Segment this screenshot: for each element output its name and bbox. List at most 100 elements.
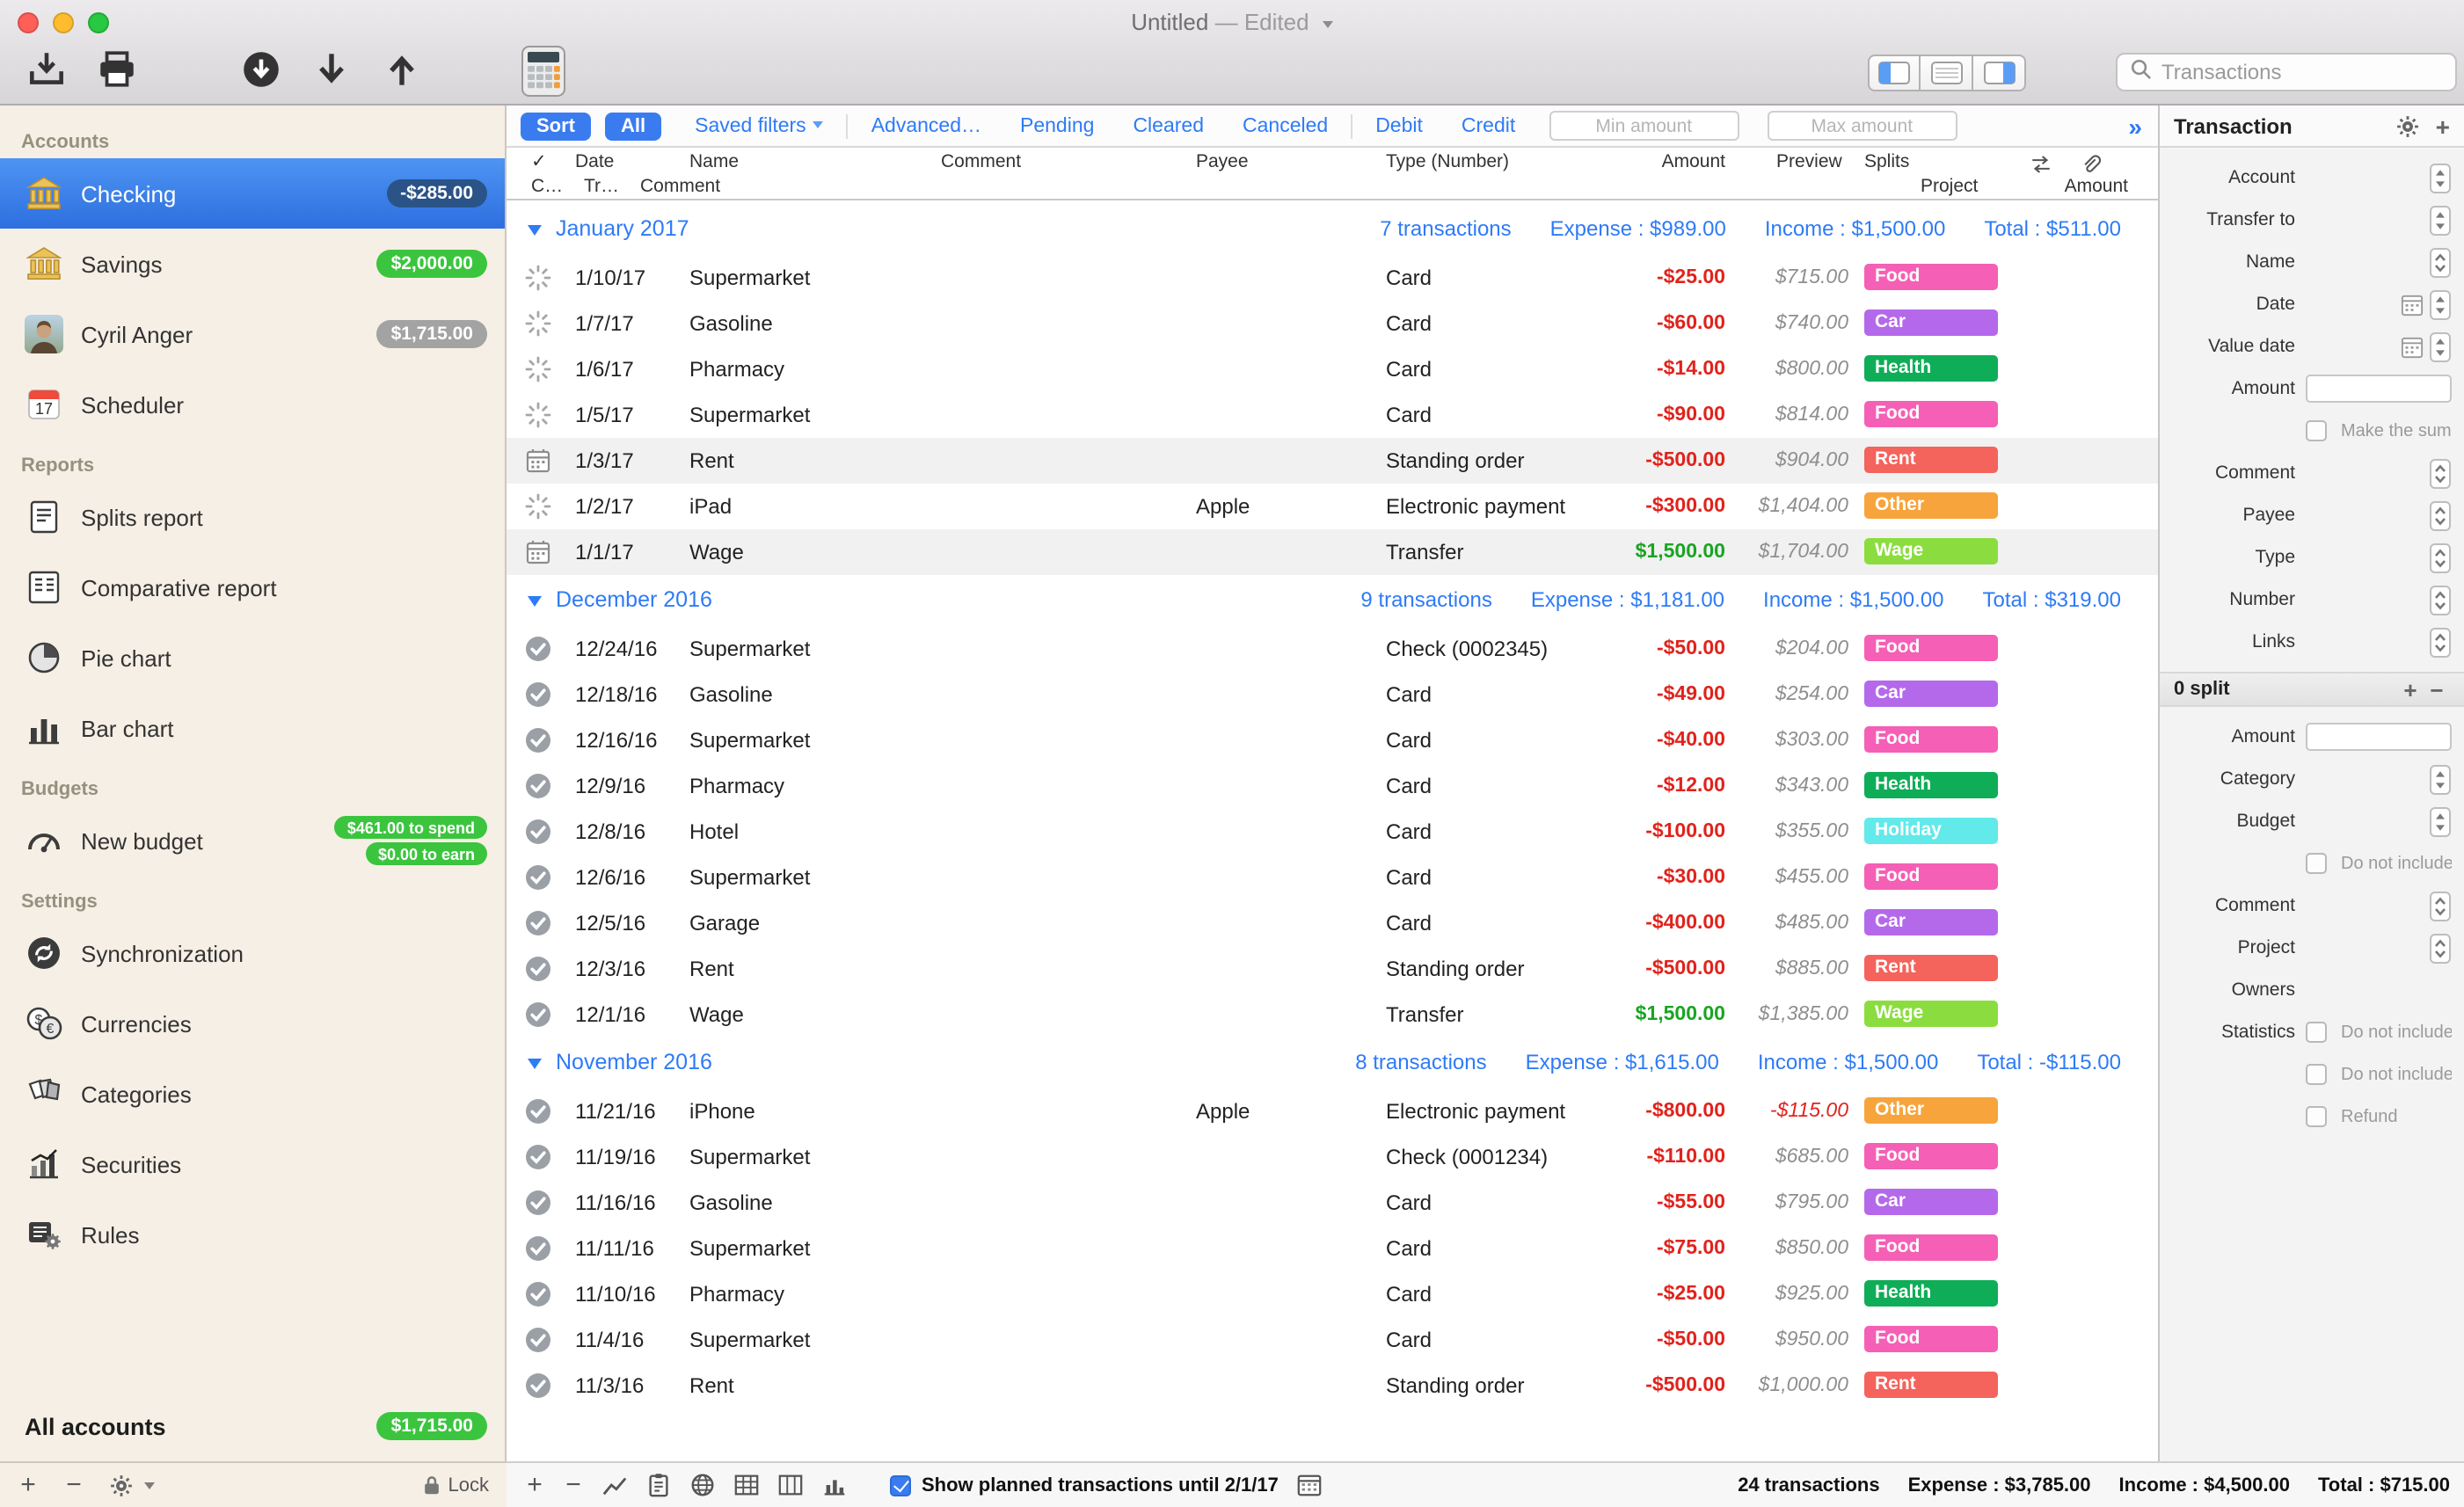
checkbox-unchecked-icon[interactable] xyxy=(2306,420,2327,441)
sidebar-item-scheduler[interactable]: 17Scheduler xyxy=(0,369,505,440)
clipboard-icon[interactable] xyxy=(645,1472,672,1498)
max-amount-input[interactable] xyxy=(1767,111,1957,141)
transaction-row[interactable]: 1/3/17RentStanding order-$500.00$904.00R… xyxy=(507,438,2158,484)
search-field[interactable] xyxy=(2116,53,2457,91)
dropdown-control[interactable] xyxy=(2429,247,2452,277)
filter-cleared-button[interactable]: Cleared xyxy=(1133,115,1204,136)
stepper-control[interactable] xyxy=(2429,331,2452,361)
filter-credit-button[interactable]: Credit xyxy=(1462,115,1515,136)
sidebar-item-categories[interactable]: Categories xyxy=(0,1059,505,1129)
transaction-row[interactable]: 11/3/16RentStanding order-$500.00$1,000.… xyxy=(507,1363,2158,1409)
column-header-tr[interactable]: Tr… xyxy=(584,176,619,197)
move-down-button[interactable] xyxy=(310,47,354,91)
column-header-amount[interactable]: Amount xyxy=(1562,151,1725,172)
filter-canceled-button[interactable]: Canceled xyxy=(1243,115,1328,136)
print-button[interactable] xyxy=(95,47,139,91)
sidebar-item-cyril-anger[interactable]: Cyril Anger$1,715.00 xyxy=(0,299,505,369)
stepper-control[interactable] xyxy=(2429,764,2452,794)
month-header-november-2016[interactable]: November 20168 transactionsExpense : $1,… xyxy=(507,1037,2158,1088)
transaction-row[interactable]: 1/2/17iPadAppleElectronic payment-$300.0… xyxy=(507,484,2158,529)
checkbox-unchecked-icon[interactable] xyxy=(2306,1106,2327,1127)
dropdown-control[interactable] xyxy=(2429,458,2452,488)
month-header-december-2016[interactable]: December 20169 transactionsExpense : $1,… xyxy=(507,575,2158,626)
columns-view-icon[interactable] xyxy=(777,1472,804,1498)
column-header-c[interactable]: C… xyxy=(531,176,563,197)
transaction-row[interactable]: 12/5/16GarageCard-$400.00$485.00Car xyxy=(507,900,2158,946)
filter-debit-button[interactable]: Debit xyxy=(1375,115,1423,136)
transaction-row[interactable]: 12/3/16RentStanding order-$500.00$885.00… xyxy=(507,946,2158,992)
export-button[interactable] xyxy=(25,47,69,91)
dropdown-control[interactable] xyxy=(2429,627,2452,657)
sidebar-item-securities[interactable]: Securities xyxy=(0,1129,505,1199)
dropdown-control[interactable] xyxy=(2429,500,2452,530)
transaction-row[interactable]: 1/5/17SupermarketCard-$90.00$814.00Food xyxy=(507,392,2158,438)
dropdown-control[interactable] xyxy=(2429,933,2452,963)
column-header-splits[interactable]: Splits xyxy=(1864,151,1909,172)
show-planned-checkbox[interactable]: Show planned transactions until 2/1/17 xyxy=(890,1472,1323,1498)
saved-filters-dropdown[interactable]: Saved filters xyxy=(695,115,824,136)
transaction-row[interactable]: 11/21/16iPhoneAppleElectronic payment-$8… xyxy=(507,1088,2158,1134)
stepper-control[interactable] xyxy=(2429,205,2452,235)
calculator-app-icon[interactable] xyxy=(521,44,566,98)
column-header-comment[interactable]: Comment xyxy=(941,151,1021,172)
stepper-control[interactable] xyxy=(2429,163,2452,193)
calendar-grid-icon[interactable] xyxy=(1296,1472,1323,1498)
checkbox-unchecked-icon[interactable] xyxy=(2306,853,2327,874)
transaction-row[interactable]: 12/18/16GasolineCard-$49.00$254.00Car xyxy=(507,672,2158,717)
calendar-picker-icon[interactable] xyxy=(2401,289,2424,319)
sidebar-item-pie-chart[interactable]: Pie chart xyxy=(0,622,505,693)
stepper-control[interactable] xyxy=(2429,806,2452,836)
disclosure-triangle-icon[interactable] xyxy=(528,596,542,607)
transaction-row[interactable]: 1/1/17WageTransfer$1,500.00$1,704.00Wage xyxy=(507,529,2158,575)
sidebar-item-checking[interactable]: Checking-$285.00 xyxy=(0,158,505,229)
import-button[interactable] xyxy=(239,47,283,91)
sidebar-item-currencies[interactable]: $€Currencies xyxy=(0,988,505,1059)
filter-all-button[interactable]: All xyxy=(605,112,661,140)
column-header-date[interactable]: Date xyxy=(575,151,614,172)
transaction-row[interactable]: 1/7/17GasolineCard-$60.00$740.00Car xyxy=(507,301,2158,346)
stepper-control[interactable] xyxy=(2429,289,2452,319)
move-up-button[interactable] xyxy=(380,47,424,91)
sidebar-item-all-accounts[interactable]: All accounts $1,715.00 xyxy=(0,1391,505,1461)
dropdown-control[interactable] xyxy=(2429,585,2452,615)
toggle-list-view-button[interactable] xyxy=(1921,55,1973,91)
add-transaction-button[interactable]: + xyxy=(2436,113,2450,138)
sidebar-item-new-budget[interactable]: New budget$461.00 to spend$0.00 to earn xyxy=(0,805,505,876)
add-split-button[interactable]: + xyxy=(2397,676,2424,703)
remove-account-button[interactable]: − xyxy=(63,1472,84,1498)
add-account-button[interactable]: + xyxy=(18,1472,39,1498)
add-transaction-footer-button[interactable]: + xyxy=(524,1472,545,1498)
filter-pending-button[interactable]: Pending xyxy=(1020,115,1094,136)
remove-split-button[interactable]: − xyxy=(2424,676,2450,703)
checkbox-unchecked-icon[interactable] xyxy=(2306,1064,2327,1085)
transaction-row[interactable]: 12/8/16HotelCard-$100.00$355.00Holiday xyxy=(507,809,2158,855)
column-header-comment2[interactable]: Comment xyxy=(640,176,720,197)
column-header-project[interactable]: Project xyxy=(1921,176,1978,197)
column-header-name[interactable]: Name xyxy=(689,151,739,172)
checkbox-checked-icon[interactable] xyxy=(890,1474,911,1496)
transaction-row[interactable]: 12/6/16SupermarketCard-$30.00$455.00Food xyxy=(507,855,2158,900)
sidebar-item-splits-report[interactable]: Splits report xyxy=(0,482,505,552)
text-input[interactable] xyxy=(2306,375,2452,403)
sidebar-action-menu[interactable] xyxy=(109,1473,155,1497)
text-input[interactable] xyxy=(2306,723,2452,751)
transaction-row[interactable]: 11/10/16PharmacyCard-$25.00$925.00Health xyxy=(507,1271,2158,1317)
checkbox-unchecked-icon[interactable] xyxy=(2306,1022,2327,1043)
remove-transaction-footer-button[interactable]: − xyxy=(563,1472,584,1498)
toggle-inspector-button[interactable] xyxy=(1973,55,2026,91)
sidebar-item-comparative-report[interactable]: Comparative report xyxy=(0,552,505,622)
transaction-row[interactable]: 11/4/16SupermarketCard-$50.00$950.00Food xyxy=(507,1317,2158,1363)
more-filters-button[interactable]: » xyxy=(2128,112,2144,140)
bar-chart-small-icon[interactable] xyxy=(821,1472,848,1498)
sort-button[interactable]: Sort xyxy=(521,112,591,140)
dropdown-control[interactable] xyxy=(2429,891,2452,921)
calendar-picker-icon[interactable] xyxy=(2401,331,2424,361)
column-header-split-amount[interactable]: Amount xyxy=(1984,176,2128,197)
transaction-row[interactable]: 12/1/16WageTransfer$1,500.00$1,385.00Wag… xyxy=(507,992,2158,1037)
transaction-row[interactable]: 12/16/16SupermarketCard-$40.00$303.00Foo… xyxy=(507,717,2158,763)
column-header-type[interactable]: Type (Number) xyxy=(1386,151,1509,172)
transaction-row[interactable]: 12/24/16SupermarketCheck (0002345)-$50.0… xyxy=(507,626,2158,672)
sidebar-item-savings[interactable]: Savings$2,000.00 xyxy=(0,229,505,299)
sidebar-item-bar-chart[interactable]: Bar chart xyxy=(0,693,505,763)
line-chart-icon[interactable] xyxy=(601,1472,628,1498)
